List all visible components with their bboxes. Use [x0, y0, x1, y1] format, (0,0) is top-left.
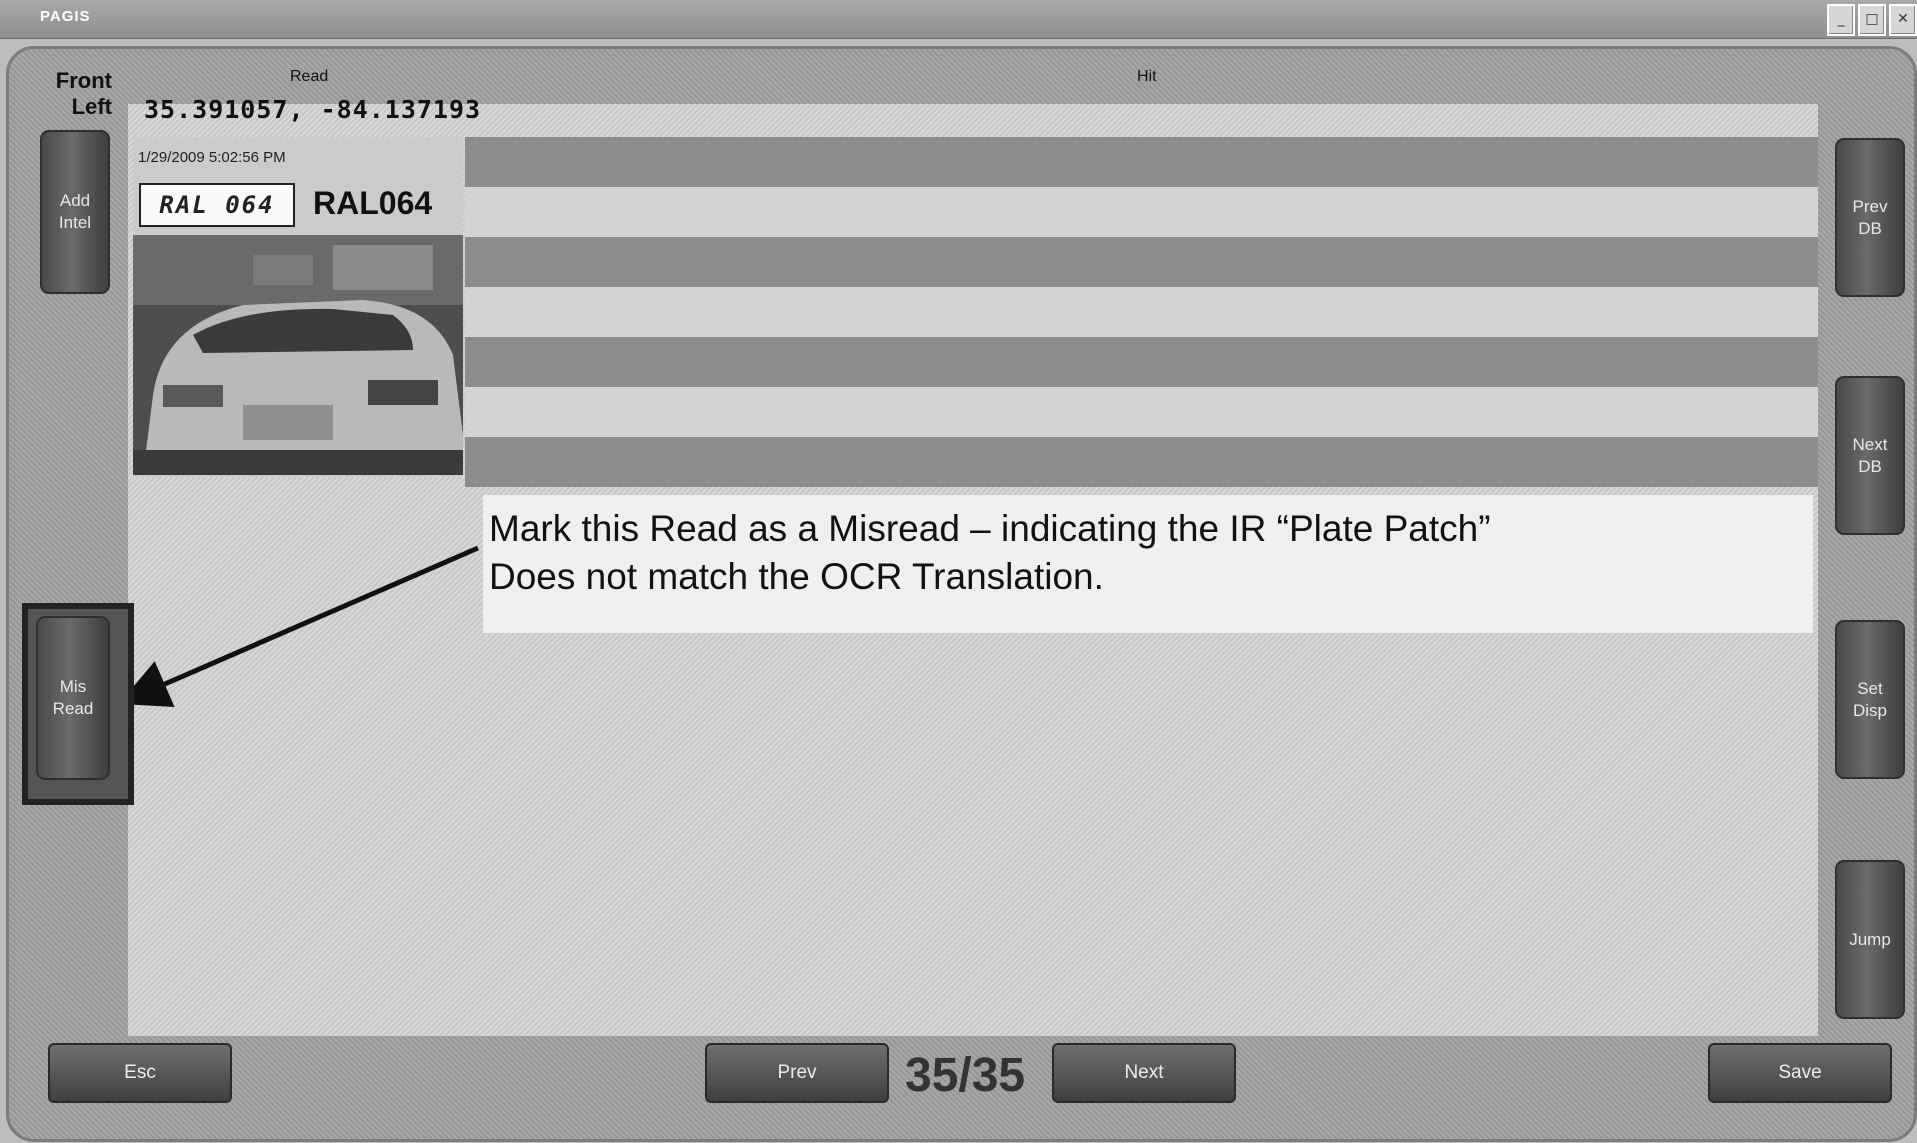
- misread-label-1: Mis: [59, 677, 87, 696]
- jump-button[interactable]: Jump: [1835, 860, 1905, 1019]
- esc-button[interactable]: Esc: [48, 1043, 232, 1103]
- misread-button[interactable]: Mis Read: [36, 616, 110, 780]
- plate-patch-image: RAL 064: [139, 183, 295, 227]
- vehicle-photo: [133, 235, 463, 475]
- window-title: PAGIS: [40, 8, 91, 25]
- prev-db-button[interactable]: Prev DB: [1835, 138, 1905, 297]
- read-timestamp: 1/29/2009 5:02:56 PM: [138, 149, 286, 166]
- hit-row[interactable]: [465, 337, 1818, 387]
- add-intel-button[interactable]: Add Intel: [40, 130, 110, 294]
- car-image-icon: [133, 235, 463, 475]
- gps-coordinates: 35.391057, -84.137193: [144, 95, 482, 124]
- callout-line-1: Mark this Read as a Misread – indicating…: [489, 508, 1491, 549]
- close-button[interactable]: ✕: [1889, 4, 1917, 36]
- set-disp-label-2: Disp: [1852, 700, 1887, 720]
- hit-row[interactable]: [465, 237, 1818, 287]
- misread-label-2: Read: [52, 699, 94, 718]
- next-button[interactable]: Next: [1052, 1043, 1236, 1103]
- hit-row[interactable]: [465, 187, 1818, 237]
- hit-row[interactable]: [465, 287, 1818, 337]
- jump-label: Jump: [1849, 929, 1891, 949]
- esc-label: Esc: [124, 1062, 156, 1083]
- callout-line-2: Does not match the OCR Translation.: [489, 556, 1104, 597]
- minimize-button[interactable]: _: [1827, 4, 1855, 36]
- prev-label: Prev: [777, 1062, 817, 1083]
- hit-row[interactable]: [465, 137, 1818, 187]
- plate-ocr-text: RAL064: [313, 185, 433, 221]
- prev-db-label-1: Prev: [1852, 196, 1888, 216]
- save-button[interactable]: Save: [1708, 1043, 1892, 1103]
- hit-row[interactable]: [465, 437, 1818, 487]
- read-column-header: Read: [290, 68, 329, 85]
- hit-row[interactable]: [465, 387, 1818, 437]
- camera-label: Front Left: [40, 68, 112, 120]
- hit-column-header: Hit: [1137, 68, 1157, 85]
- next-db-label-2: DB: [1858, 456, 1882, 476]
- next-db-button[interactable]: Next DB: [1835, 376, 1905, 535]
- record-counter: 35/35: [905, 1049, 1026, 1102]
- add-intel-label-1: Add: [59, 191, 91, 210]
- camera-side: Left: [71, 94, 112, 119]
- prev-button[interactable]: Prev: [705, 1043, 889, 1103]
- title-bar: PAGIS _ □ ✕: [0, 0, 1917, 39]
- read-card[interactable]: 1/29/2009 5:02:56 PM RAL 064 RAL064: [133, 137, 463, 477]
- add-intel-label-2: Intel: [58, 213, 92, 232]
- next-db-label-1: Next: [1852, 434, 1888, 454]
- save-label: Save: [1778, 1062, 1822, 1083]
- window-controls: _ □ ✕: [1827, 4, 1917, 36]
- camera-position: Front: [55, 68, 112, 93]
- set-disp-button[interactable]: Set Disp: [1835, 620, 1905, 779]
- maximize-button[interactable]: □: [1858, 4, 1886, 36]
- next-label: Next: [1124, 1062, 1164, 1083]
- set-disp-label-1: Set: [1857, 678, 1883, 698]
- annotation-callout: Mark this Read as a Misread – indicating…: [483, 495, 1813, 633]
- prev-db-label-2: DB: [1858, 218, 1882, 238]
